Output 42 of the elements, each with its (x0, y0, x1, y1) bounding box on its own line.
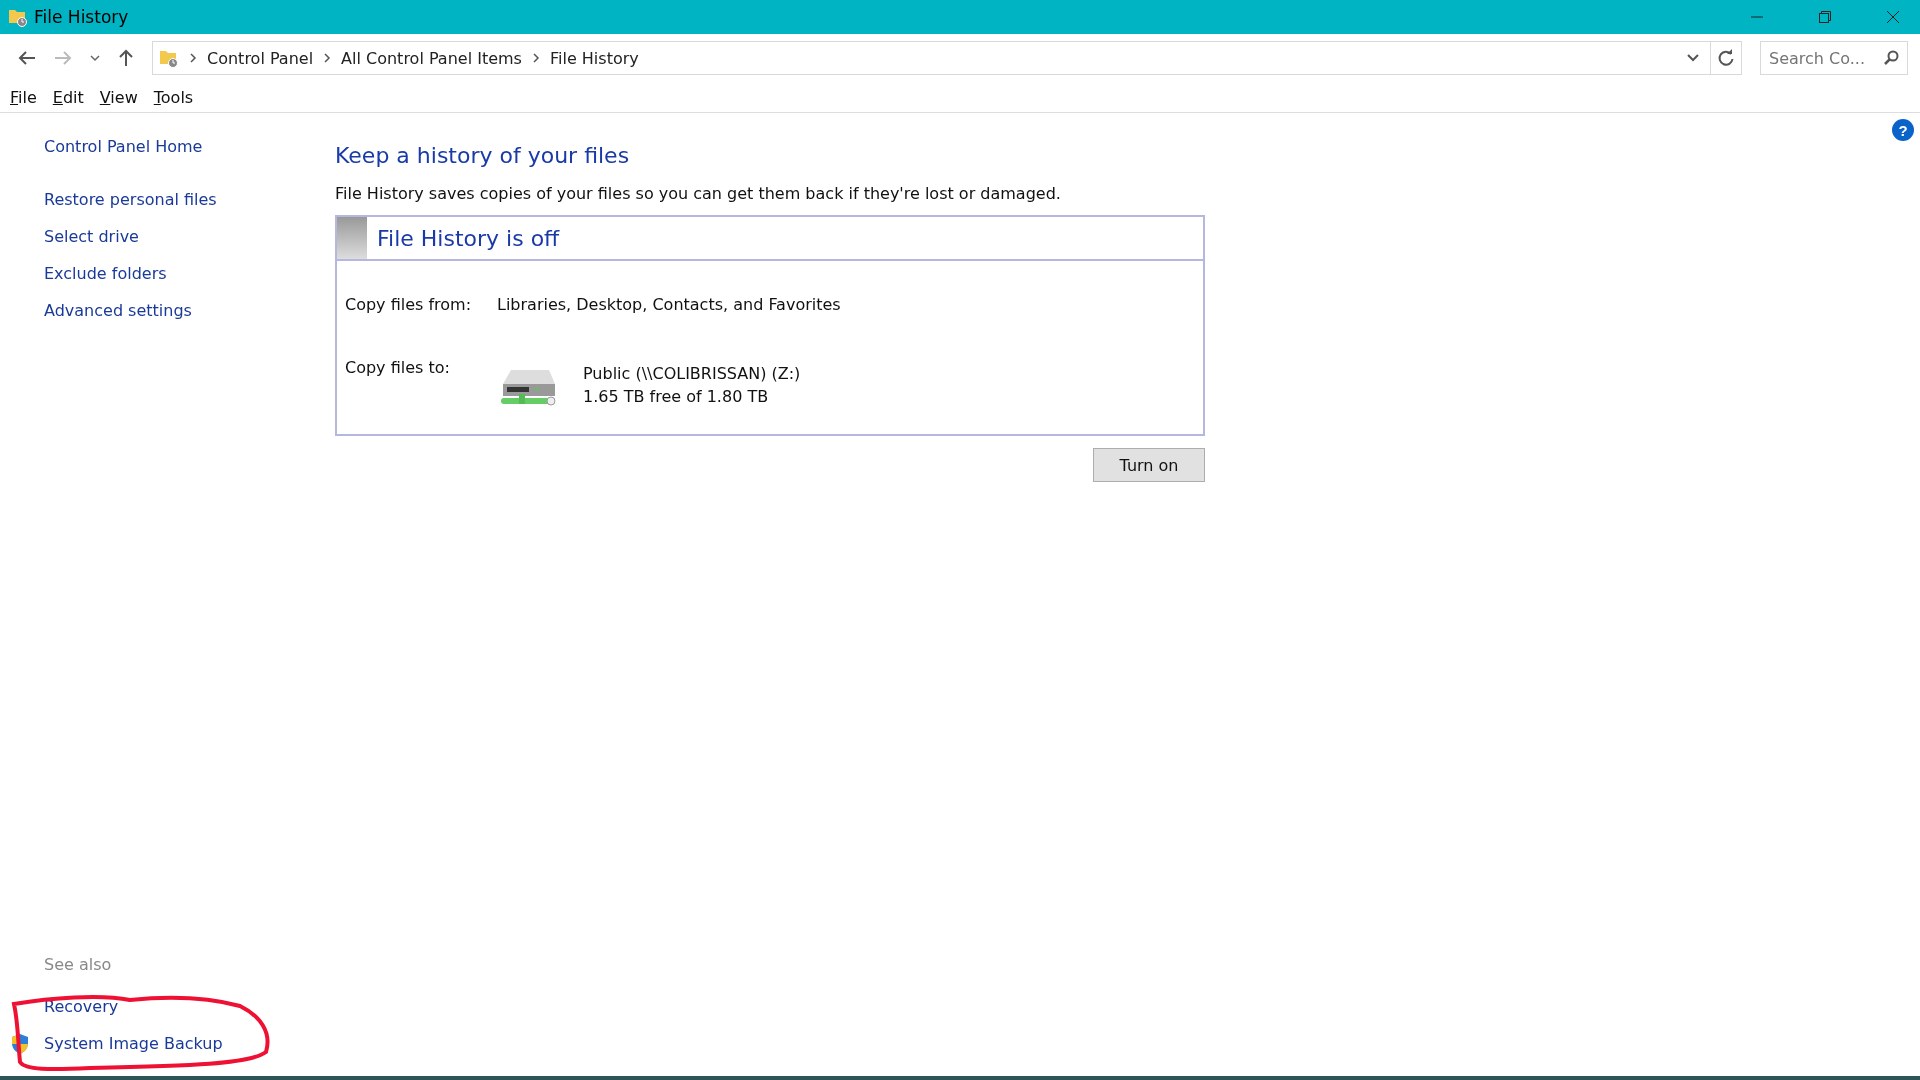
sidebar-link[interactable]: System Image Backup (44, 1034, 223, 1053)
breadcrumb-item[interactable]: All Control Panel Items (341, 48, 522, 68)
menu-item[interactable]: Edit (52, 87, 84, 107)
chevron-right-icon (323, 53, 332, 63)
chevron-right-icon (531, 53, 540, 63)
turn-on-button[interactable]: Turn on (1093, 448, 1205, 482)
status-title: File History is off (377, 225, 560, 251)
back-arrow-icon[interactable] (18, 50, 36, 66)
sidebar-link[interactable]: Select drive (44, 227, 290, 246)
sidebar-link[interactable]: Recovery (44, 997, 119, 1016)
restore-icon[interactable] (1818, 10, 1832, 24)
chevron-right-icon (189, 53, 197, 63)
address-bar[interactable]: Control Panel All Control Panel Items File History (152, 41, 1742, 75)
breadcrumb-item[interactable]: File History (549, 48, 639, 68)
drive-space: 1.65 TB free of 1.80 TB (583, 387, 770, 406)
window-title: File History (34, 7, 129, 27)
description-text: File History saves copies of your files so you can get them back if they're lost or damaged. (335, 184, 1062, 203)
up-arrow-icon[interactable] (118, 49, 134, 67)
field-label: Copy files from: (345, 295, 473, 314)
drive-name: Public (\\COLIBRISSAN) (Z:) (583, 364, 801, 383)
folder-clock-icon (8, 7, 28, 27)
sidebar-link[interactable]: Restore personal files (44, 190, 290, 209)
shield-icon (10, 1032, 30, 1055)
field-label: Copy files to: (345, 358, 451, 377)
chevron-down-icon[interactable] (90, 54, 100, 62)
sidebar-link[interactable]: Control Panel Home (44, 137, 290, 156)
breadcrumb-item[interactable]: Control Panel (207, 48, 314, 68)
menu-item[interactable]: File (10, 87, 37, 107)
menu-item[interactable]: View (99, 87, 138, 107)
close-icon[interactable] (1886, 10, 1900, 24)
section-heading: See also (44, 955, 113, 974)
search-field[interactable]: Search Co... (1760, 41, 1908, 75)
menu-item[interactable]: Tools (153, 87, 194, 107)
field-value: Libraries, Desktop, Contacts, and Favorites (497, 295, 841, 314)
refresh-icon (1717, 49, 1735, 67)
sidebar-link[interactable]: Exclude folders (44, 264, 290, 283)
help-button[interactable]: ? (1892, 119, 1914, 141)
folder-clock-icon (159, 48, 179, 68)
search-icon (1883, 50, 1899, 66)
chevron-down-icon[interactable] (1686, 53, 1700, 63)
page-heading: Keep a history of your files (335, 143, 631, 168)
sidebar-link[interactable]: Advanced settings (44, 301, 290, 320)
